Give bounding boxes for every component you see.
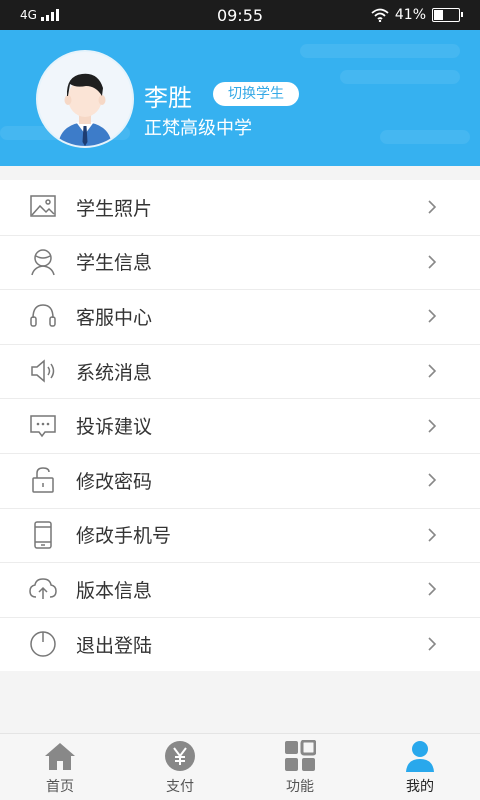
message-icon [28,411,58,441]
phone-icon [28,520,58,550]
menu-item-change-password[interactable]: 修改密码 [0,452,480,508]
chevron-right-icon [420,195,444,219]
menu-item-label: 修改密码 [76,470,153,493]
yen-icon [164,740,196,772]
menu-item-version-info[interactable]: 版本信息 [0,562,480,617]
tab-functions[interactable]: 功能 [240,734,360,800]
menu-item-logout[interactable]: 退出登陆 [0,616,480,672]
menu-item-student-photo[interactable]: 学生照片 [0,180,480,235]
tab-label: 功能 [286,779,314,795]
menu-item-label: 退出登陆 [76,634,153,657]
user-icon [404,740,436,772]
chevron-right-icon [420,468,444,492]
menu-item-label: 学生照片 [76,197,153,220]
menu-item-student-info[interactable]: 学生信息 [0,234,480,290]
menu-item-label: 学生信息 [76,252,153,275]
tab-label: 我的 [406,779,434,795]
menu-item-label: 修改手机号 [76,525,172,548]
student-name: 李胜 [144,84,192,112]
speaker-icon [28,356,58,386]
cloud-upload-icon [28,574,58,604]
menu-item-label: 投诉建议 [76,416,153,439]
chevron-right-icon [420,304,444,328]
menu-item-customer-service[interactable]: 客服中心 [0,289,480,344]
menu-item-label: 版本信息 [76,579,153,602]
switch-student-button[interactable]: 切换学生 [213,82,299,106]
menu-item-change-phone[interactable]: 修改手机号 [0,507,480,563]
signal-icon [40,9,59,21]
photo-icon [28,192,58,222]
headset-icon [28,301,58,331]
bottom-tab-bar: 首页 支付 功能 我的 [0,733,480,800]
network-indicator: 4G [0,8,59,22]
battery-icon [432,8,463,22]
network-type: 4G [20,8,37,22]
student-avatar-icon [58,73,112,146]
avatar[interactable] [36,50,134,148]
tab-label: 支付 [166,779,194,795]
tab-home[interactable]: 首页 [0,734,120,800]
school-name: 正梵高级中学 [144,118,252,139]
person-icon [28,247,58,277]
home-icon [44,740,76,772]
grid-icon [284,740,316,772]
chevron-right-icon [420,577,444,601]
menu-item-label: 系统消息 [76,361,153,384]
menu-item-system-messages[interactable]: 系统消息 [0,343,480,399]
tab-mine[interactable]: 我的 [360,734,480,800]
status-bar: 4G 09:55 41% [0,0,480,30]
chevron-right-icon [420,632,444,656]
menu-item-label: 客服中心 [76,306,153,329]
lock-icon [28,465,58,495]
wifi-icon [371,8,389,22]
profile-header: 李胜 切换学生 正梵高级中学 [0,30,480,166]
tab-label: 首页 [46,779,74,795]
menu-item-feedback[interactable]: 投诉建议 [0,398,480,453]
chevron-right-icon [420,523,444,547]
power-icon [28,629,58,659]
chevron-right-icon [420,359,444,383]
battery-percent: 41% [394,7,426,23]
chevron-right-icon [420,414,444,438]
chevron-right-icon [420,250,444,274]
tab-payment[interactable]: 支付 [120,734,240,800]
settings-menu: 学生照片 学生信息 客服中心 系统消息 投诉建议 修改密码 修改手机号 版本信息… [0,180,480,672]
battery-fill [434,10,444,20]
